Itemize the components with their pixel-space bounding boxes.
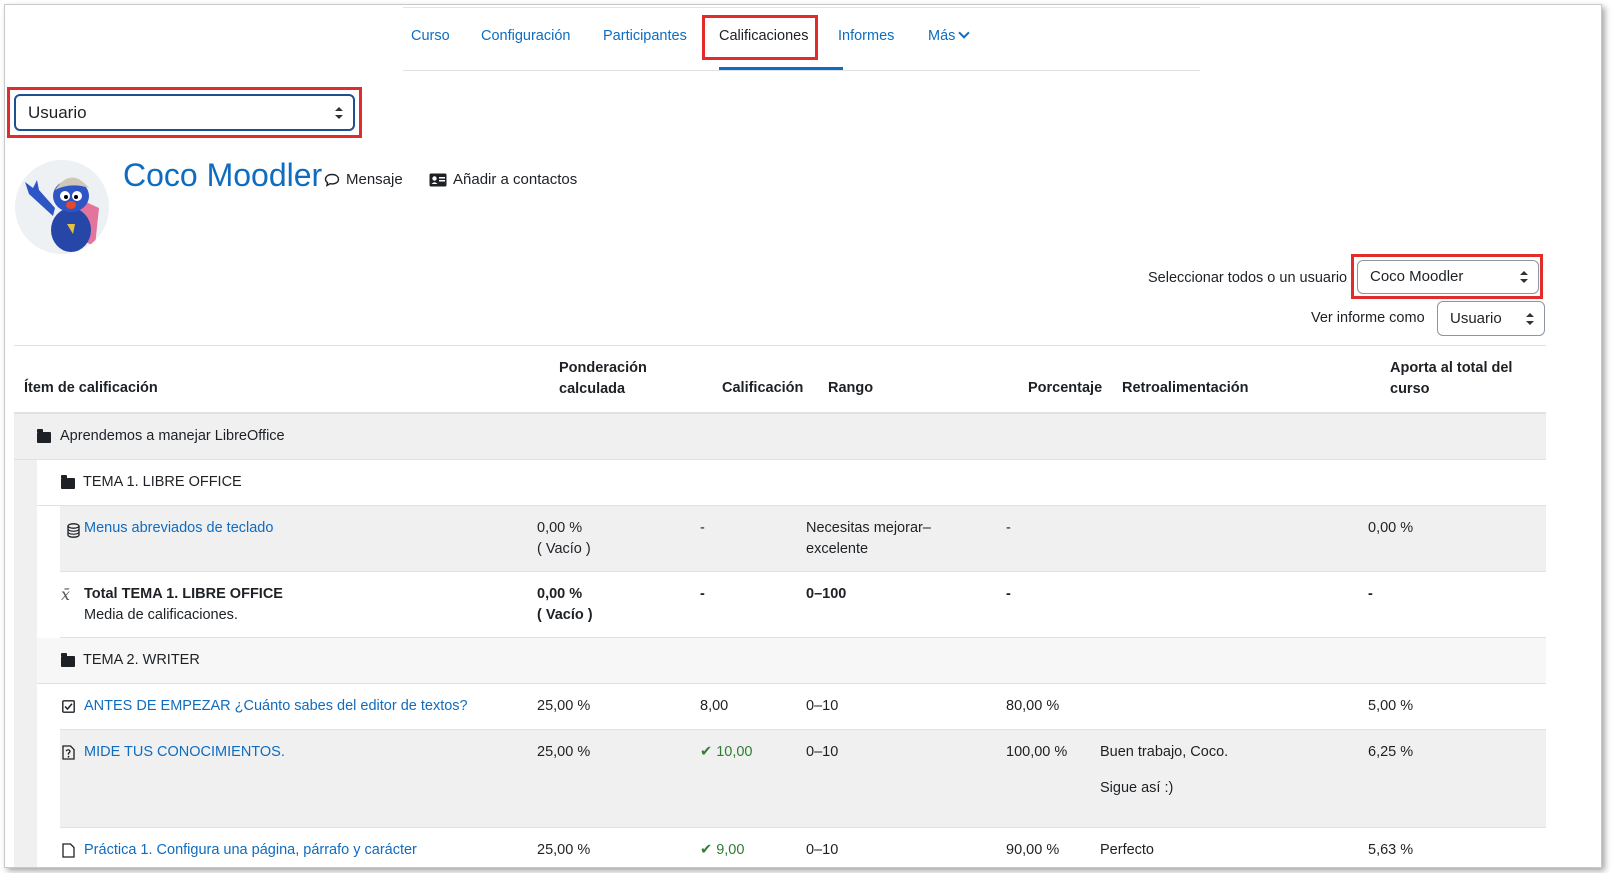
grade-cell: ✔ 10,00 [700, 742, 752, 763]
view-as-select[interactable]: Usuario [1437, 301, 1545, 336]
weight-cell: 0,00 % [537, 520, 583, 536]
grade-cell: - [700, 586, 705, 602]
grade-value: 10,00 [716, 744, 753, 760]
tab-configuracion[interactable]: Configuración [481, 28, 570, 44]
weight-cell: 25,00 % [537, 698, 591, 714]
feedback-cell-line2: Sigue así :) [1100, 780, 1174, 796]
category-total-row: x̄ Total TEMA 1. LIBRE OFFICE Media de c… [60, 572, 1546, 638]
view-as-value: Usuario [1450, 310, 1502, 327]
message-link[interactable]: Mensaje [324, 171, 403, 188]
percent-cell: - [1006, 520, 1011, 536]
grade-cell: 8,00 [700, 698, 729, 714]
weight-note: ( Vacío ) [537, 541, 591, 557]
range-cell: 0–10 [806, 744, 839, 760]
report-type-value: Usuario [28, 103, 87, 122]
page-frame: Curso Configuración Participantes Califi… [4, 4, 1602, 868]
grades-table: Ítem de calificación Ponderación calcula… [14, 345, 1546, 867]
folder-icon [37, 429, 51, 443]
category-name: TEMA 1. LIBRE OFFICE [83, 474, 242, 490]
select-arrows-icon [1520, 271, 1528, 283]
header-grade: Calificación [722, 380, 804, 396]
grade-item-link[interactable]: ANTES DE EMPEZAR ¿Cuánto sabes del edito… [84, 696, 468, 717]
user-fullname[interactable]: Coco Moodler [123, 157, 322, 194]
checkbox-assign-icon [62, 700, 75, 713]
weight-cell: 25,00 % [537, 744, 591, 760]
add-contact-label: Añadir a contactos [453, 171, 578, 188]
highlight-box [702, 15, 818, 60]
chevron-down-icon [958, 27, 971, 39]
header-percent: Porcentaje [1028, 380, 1103, 396]
header-feedback: Retroalimentación [1122, 380, 1249, 396]
cat2-block: TEMA 2. WRITER ANTES DE EMPEZAR ¿Cuánto … [14, 638, 1546, 867]
tab-informes[interactable]: Informes [838, 28, 894, 44]
feedback-cell: Buen trabajo, Coco. [1100, 744, 1229, 760]
category-name: TEMA 2. WRITER [83, 652, 200, 668]
total-name: Total TEMA 1. LIBRE OFFICE [84, 586, 283, 602]
speech-bubble-icon [324, 173, 340, 187]
grade-item-link[interactable]: Menus abreviados de teclado [84, 518, 273, 539]
table-row: Menus abreviados de teclado 0,00 % ( Vac… [60, 506, 1546, 572]
header-contrib: Aporta al total del curso [1390, 360, 1513, 397]
percent-cell: - [1006, 586, 1011, 602]
check-icon: ✔ [700, 744, 713, 760]
percent-cell: 90,00 % [1006, 842, 1060, 858]
feedback-cell: Perfecto [1100, 842, 1154, 858]
table-row: ANTES DE EMPEZAR ¿Cuánto sabes del edito… [60, 684, 1546, 730]
grade-cell: ✔ 9,00 [700, 840, 744, 861]
category-row: TEMA 1. LIBRE OFFICE [37, 460, 1546, 506]
database-icon [67, 523, 80, 538]
contrib-cell: 0,00 % [1368, 520, 1414, 536]
weight-cell: 25,00 % [537, 842, 591, 858]
header-item: Ítem de calificación [24, 380, 158, 396]
percent-cell: 100,00 % [1006, 744, 1068, 760]
user-select-value: Coco Moodler [1370, 268, 1464, 285]
quiz-icon [62, 745, 75, 760]
user-select[interactable]: Coco Moodler [1357, 260, 1539, 294]
range-cell: Necesitas mejorar–excelente [806, 520, 931, 557]
folder-icon [61, 475, 75, 489]
table-row: Práctica 1. Configura una página, párraf… [60, 828, 1546, 867]
contrib-cell: 5,00 % [1368, 698, 1414, 714]
table-header: Ítem de calificación Ponderación calcula… [14, 345, 1546, 414]
check-icon: ✔ [700, 842, 713, 858]
add-contact-link[interactable]: Añadir a contactos [429, 171, 577, 188]
total-subtitle: Media de calificaciones. [84, 607, 238, 623]
table-row: MIDE TUS CONOCIMIENTOS. 25,00 % ✔ 10,00 … [60, 730, 1546, 828]
course-name: Aprendemos a manejar LibreOffice [60, 428, 285, 444]
percent-cell: 80,00 % [1006, 698, 1060, 714]
tab-mas[interactable]: Más [928, 27, 971, 44]
cat1-block: TEMA 1. LIBRE OFFICE Menus abreviados de… [14, 460, 1546, 638]
view-as-label: Ver informe como [1311, 310, 1425, 326]
category-row: TEMA 2. WRITER [37, 638, 1546, 684]
active-tab-indicator [719, 67, 843, 70]
select-arrows-icon [1526, 312, 1534, 325]
range-cell: 0–10 [806, 698, 839, 714]
assignment-icon [62, 843, 75, 858]
tab-participantes[interactable]: Participantes [603, 28, 687, 44]
header-range: Rango [828, 380, 874, 396]
tab-curso[interactable]: Curso [411, 28, 450, 44]
sigma-mean-icon: x̄ [61, 585, 71, 604]
weight-cell: 0,00 % [537, 586, 583, 602]
tab-mas-label: Más [928, 28, 956, 44]
message-label: Mensaje [346, 171, 403, 188]
select-user-label: Seleccionar todos o un usuario [1148, 270, 1348, 286]
header-weight: Ponderación calculada [559, 360, 647, 397]
contrib-cell: - [1368, 586, 1373, 602]
select-arrows-icon [335, 106, 343, 119]
avatar [15, 160, 109, 254]
grade-item-link[interactable]: MIDE TUS CONOCIMIENTOS. [84, 742, 285, 763]
contrib-cell: 6,25 % [1368, 744, 1414, 760]
grade-cell: - [700, 520, 705, 536]
address-card-icon [429, 173, 447, 187]
folder-icon [61, 653, 75, 667]
grade-value: 9,00 [716, 842, 745, 858]
range-cell: 0–10 [806, 842, 839, 858]
report-type-select[interactable]: Usuario [14, 94, 355, 131]
grade-item-link[interactable]: Práctica 1. Configura una página, párraf… [84, 840, 417, 861]
weight-note: ( Vacío ) [537, 607, 593, 623]
contrib-cell: 5,63 % [1368, 842, 1414, 858]
course-category-row: Aprendemos a manejar LibreOffice [14, 414, 1546, 460]
range-cell: 0–100 [806, 586, 847, 602]
